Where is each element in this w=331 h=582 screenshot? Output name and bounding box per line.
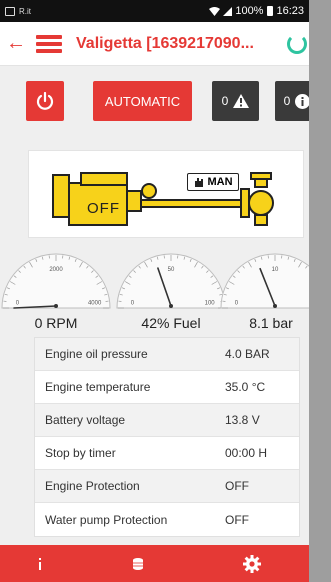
table-row: Stop by timer 00:00 H (35, 437, 299, 470)
gauge-hub (54, 304, 58, 308)
notification-icon (5, 6, 15, 16)
parameter-value: OFF (225, 479, 249, 493)
manual-mode-badge: MAN (187, 173, 239, 191)
table-row: Engine oil pressure 4.0 BAR (35, 338, 299, 371)
parameter-value: 4.0 BAR (225, 347, 270, 361)
back-arrow-icon[interactable]: ← (2, 32, 30, 55)
gauge-tick-label: 4000 (88, 301, 102, 307)
nav-settings[interactable] (195, 554, 309, 573)
background-strip (309, 0, 331, 582)
engine-status-card: MAN OFF (28, 150, 304, 238)
parameter-label: Engine oil pressure (45, 347, 148, 361)
table-row: Water pump Protection OFF (35, 503, 299, 536)
battery-icon (267, 6, 274, 16)
clock: 16:23 (276, 5, 304, 17)
automatic-button[interactable]: AUTOMATIC (93, 81, 192, 121)
phone-screen: R.it 100% 16:23 ← Valigetta [1639217090.… (0, 0, 309, 582)
page-title: Valigetta [1639217090... (76, 34, 254, 52)
parameter-label: Water pump Protection (45, 512, 168, 527)
nav-info[interactable] (0, 557, 80, 570)
table-row: Engine Protection OFF (35, 470, 299, 503)
parameter-label: Battery voltage (45, 413, 126, 427)
battery-percent: 100% (235, 5, 264, 17)
control-buttons: AUTOMATIC 0 0 (0, 81, 309, 121)
table-row: Battery voltage 13.8 V (35, 404, 299, 437)
carrier-label: R.it (19, 6, 31, 16)
signal-icon (223, 6, 233, 16)
mode-label: MAN (207, 176, 233, 188)
database-icon (132, 557, 143, 570)
parameter-value: OFF (225, 512, 249, 527)
hamburger-menu-icon[interactable] (36, 34, 62, 53)
nav-data[interactable] (80, 557, 195, 570)
engine-parameters-table: Engine oil pressure 4.0 BAR Engine tempe… (34, 337, 300, 537)
table-row: Engine temperature 35.0 °C (35, 371, 299, 404)
gauge-tick-label: 50 (168, 267, 175, 273)
pressure-value: 8.1 bar (249, 315, 293, 331)
parameter-value: 00:00 H (225, 446, 268, 460)
gauge-tick-label: 10 (272, 267, 279, 273)
gauge-tick-label: 2000 (49, 267, 63, 273)
gauge-hub (169, 304, 173, 308)
status-bar: R.it 100% 16:23 (0, 0, 309, 22)
parameter-value: 35.0 °C (225, 380, 266, 394)
power-button[interactable] (26, 81, 64, 121)
engine-state-label: OFF (87, 200, 120, 217)
rpm-value: 0 RPM (34, 315, 78, 331)
info-count: 0 (283, 94, 291, 108)
fuel-value: 42% Fuel (141, 315, 201, 331)
app-bar: ← Valigetta [1639217090... (0, 22, 309, 66)
info-circle-icon (295, 93, 309, 109)
gauges-svg: 02000400005010001020 (1, 253, 309, 309)
alarm-count: 0 (221, 94, 229, 108)
hand-icon (195, 177, 204, 187)
wifi-icon (209, 6, 221, 16)
gauge-hub (273, 304, 277, 308)
parameter-label: Engine Protection (45, 479, 140, 493)
parameter-value: 13.8 V (225, 413, 260, 427)
gear-icon (243, 554, 261, 573)
parameter-label: Stop by timer (45, 446, 116, 460)
bottom-nav (0, 545, 309, 582)
gauge-tick-label: 100 (205, 301, 216, 307)
gauge-panel: 02000400005010001020 0 RPM 42% Fuel 8.1 … (0, 248, 309, 338)
info-button[interactable]: 0 (275, 81, 309, 121)
parameter-label: Engine temperature (45, 380, 151, 394)
sync-icon[interactable] (287, 34, 307, 54)
power-icon (36, 92, 54, 110)
warning-icon (233, 94, 250, 108)
info-icon (39, 557, 41, 570)
engine-illustration (52, 172, 274, 226)
alarms-button[interactable]: 0 (212, 81, 259, 121)
